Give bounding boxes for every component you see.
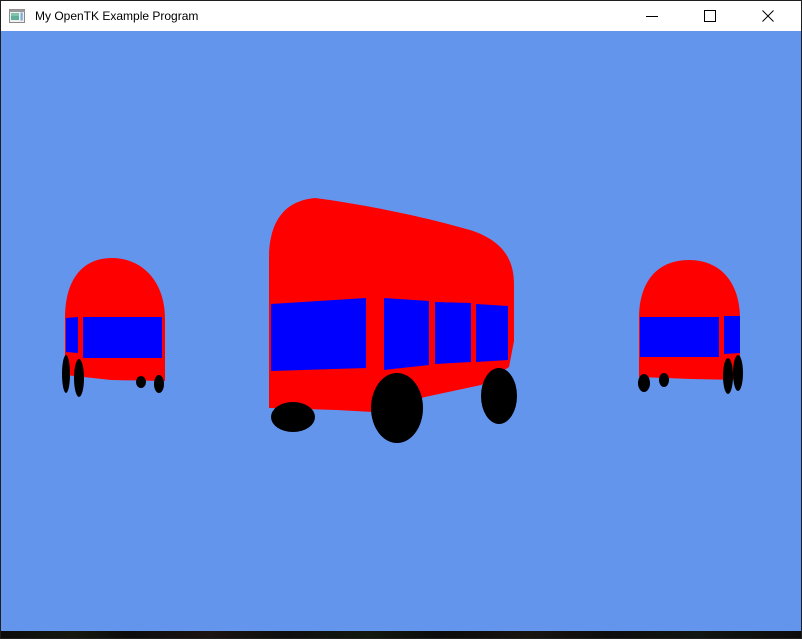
- bus-left-partial: [62, 258, 165, 397]
- bus-wheel: [659, 373, 669, 387]
- gl-viewport: [1, 31, 801, 638]
- app-window: My OpenTK Example Program: [0, 0, 802, 639]
- bus-wheel: [136, 376, 146, 388]
- bus-window: [271, 298, 366, 371]
- bus-wheel: [62, 355, 70, 393]
- caption-buttons: [623, 1, 797, 31]
- bus-window: [640, 317, 719, 357]
- bus-wheel: [723, 358, 733, 394]
- bus-window: [476, 304, 508, 362]
- minimize-button[interactable]: [623, 1, 681, 31]
- bus-right-partial: [638, 260, 743, 394]
- bus-wheel: [74, 359, 84, 397]
- close-icon: [760, 8, 776, 24]
- app-window-icon[interactable]: [9, 8, 25, 24]
- titlebar[interactable]: My OpenTK Example Program: [1, 1, 801, 31]
- bus-wheel: [733, 355, 743, 391]
- bus-window: [66, 317, 78, 353]
- bus-wheel: [271, 402, 315, 432]
- minimize-icon: [644, 8, 660, 24]
- maximize-button[interactable]: [681, 1, 739, 31]
- bus-window: [83, 317, 162, 358]
- bus-scene: [1, 31, 802, 639]
- window-title: My OpenTK Example Program: [35, 1, 198, 31]
- bus-wheel: [481, 368, 517, 424]
- bus-wheel: [154, 375, 164, 393]
- background-window-sliver: [1, 631, 801, 638]
- maximize-icon: [702, 8, 718, 24]
- bus-window: [435, 302, 471, 364]
- bus-wheel: [371, 373, 423, 443]
- close-button[interactable]: [739, 1, 797, 31]
- bus-window: [724, 316, 740, 354]
- bus-window: [384, 298, 429, 370]
- bus-wheel: [638, 374, 650, 392]
- bus-center: [269, 198, 517, 443]
